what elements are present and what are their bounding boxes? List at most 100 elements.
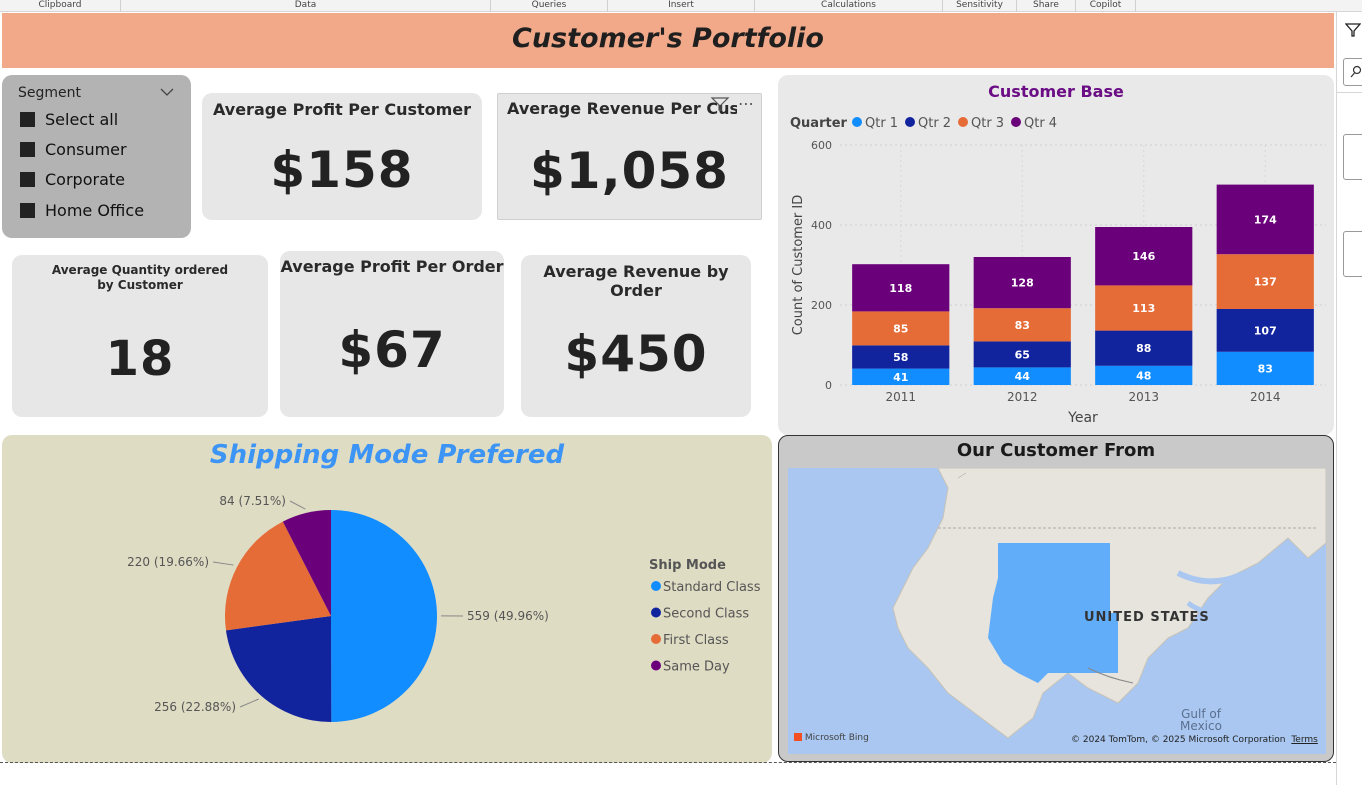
y-tick-label: 0 — [825, 379, 832, 392]
bing-logo: Microsoft Bing — [794, 733, 869, 743]
page-boundary — [0, 762, 1336, 763]
pie-slice — [331, 510, 438, 722]
ribbon-group-queries[interactable]: Queries — [491, 0, 608, 12]
slicer-item-home-office[interactable]: Home Office — [20, 201, 144, 221]
data-label: 146 — [1132, 250, 1155, 263]
shipping-pie-chart: 559 (49.96%) 256 (22.88%) 220 (19.66%) 84 (… — [127, 494, 761, 722]
kpi-title: Average Profit Per Customer — [212, 100, 472, 119]
data-label: 128 — [1011, 277, 1034, 290]
y-axis-title: Count of Customer ID — [791, 195, 806, 336]
legend-title: Ship Mode — [649, 558, 726, 573]
map-canvas[interactable]: UNITED STATES Gulf of Mexico Microsoft B… — [788, 468, 1326, 754]
ribbon-group-copilot[interactable]: Copilot — [1076, 0, 1136, 12]
kpi-card-quantity-per-customer[interactable]: Average Quantity ordered by Customer 18 — [12, 255, 268, 417]
ribbon-bar: Clipboard Data Queries Insert Calculatio… — [0, 0, 1362, 12]
data-label: 83 — [1258, 362, 1273, 375]
data-label: 48 — [1136, 369, 1151, 382]
data-label: 85 — [893, 322, 908, 335]
legend-entry: Qtr 1 — [865, 116, 898, 131]
checkbox-icon[interactable] — [20, 112, 35, 127]
slicer-item-label: Select all — [45, 110, 119, 129]
kpi-value: $67 — [338, 321, 446, 379]
legend-entry: Qtr 4 — [1024, 116, 1057, 131]
slicer-item-label: Corporate — [45, 170, 125, 189]
checkbox-icon[interactable] — [20, 142, 35, 157]
data-label: 58 — [893, 351, 908, 364]
ribbon-group-calculations[interactable]: Calculations — [755, 0, 943, 12]
slicer-item-consumer[interactable]: Consumer — [20, 140, 127, 160]
ribbon-group-data[interactable]: Data — [121, 0, 491, 12]
legend-title: Quarter — [790, 116, 848, 131]
map-copyright: © 2024 TomTom, © 2025 Microsoft Corporat… — [1071, 735, 1318, 745]
data-label: 137 — [1254, 276, 1277, 289]
chart-title: Customer Base — [988, 82, 1124, 101]
report-title: Customer's Portfolio — [512, 23, 824, 54]
leader-line — [212, 561, 234, 566]
data-label: 84 (7.51%) — [219, 494, 286, 508]
data-label: 65 — [1015, 348, 1030, 361]
legend-marker — [958, 117, 968, 127]
copyright-text: © 2024 TomTom, © 2025 Microsoft Corporat… — [1071, 735, 1286, 745]
x-tick-label: 2011 — [885, 390, 916, 404]
legend-entry: Qtr 3 — [971, 116, 1004, 131]
terms-link[interactable]: Terms — [1291, 735, 1318, 745]
x-tick-label: 2013 — [1128, 390, 1159, 404]
data-label: 256 (22.88%) — [154, 700, 236, 714]
ribbon-group-share[interactable]: Share — [1017, 0, 1076, 12]
data-label: 88 — [1136, 342, 1151, 355]
ribbon-group-sensitivity[interactable]: Sensitivity — [943, 0, 1017, 12]
kpi-title: Average Quantity ordered by Customer — [51, 263, 229, 292]
customer-base-chart: Quarter Qtr 1 Qtr 2 Qtr 3 Qtr 4 0 200 400 600 41 5… — [790, 116, 1326, 426]
kpi-title: Average Profit Per Order — [280, 257, 504, 276]
filter-icon[interactable] — [1344, 22, 1362, 42]
y-tick-label: 400 — [811, 219, 832, 232]
data-label: 118 — [889, 282, 912, 295]
checkbox-icon[interactable] — [20, 203, 35, 218]
filter-well[interactable] — [1343, 231, 1362, 277]
search-input[interactable] — [1343, 58, 1362, 86]
slicer-header: Segment — [18, 85, 81, 101]
legend-marker — [651, 634, 661, 644]
search-icon — [1350, 65, 1362, 78]
slicer-item-label: Home Office — [45, 201, 145, 220]
map-country-label: UNITED STATES — [1084, 610, 1210, 625]
pane-divider — [1337, 92, 1362, 93]
data-label: 44 — [1015, 370, 1031, 383]
y-tick-label: 600 — [811, 139, 832, 152]
map-graphic — [788, 468, 1326, 754]
legend-entry: Second Class — [663, 607, 749, 622]
legend-marker — [651, 581, 661, 591]
kpi-title: Average Revenue by Order — [543, 262, 729, 300]
legend-entry: Qtr 2 — [918, 116, 951, 131]
chevron-down-icon[interactable] — [160, 86, 174, 100]
kpi-value: $158 — [270, 141, 414, 199]
data-label: 41 — [893, 371, 908, 384]
more-options-icon[interactable]: ⋯ — [738, 94, 754, 113]
legend-entry: Standard Class — [663, 580, 761, 595]
data-label: 113 — [1132, 302, 1155, 315]
ribbon-group-clipboard[interactable]: Clipboard — [0, 0, 121, 12]
data-label: 83 — [1015, 319, 1030, 332]
kpi-title: Average Revenue Per Cust — [507, 99, 737, 118]
ribbon-group-insert[interactable]: Insert — [608, 0, 755, 12]
filter-icon[interactable] — [710, 96, 730, 116]
filters-pane[interactable] — [1336, 12, 1362, 785]
leader-line — [239, 698, 260, 708]
filter-well[interactable] — [1343, 134, 1362, 180]
chart-title: Shipping Mode Prefered — [209, 440, 565, 470]
legend-marker — [651, 660, 661, 671]
checkbox-icon[interactable] — [20, 172, 35, 187]
slicer-item-label: Consumer — [45, 140, 127, 159]
x-tick-label: 2012 — [1007, 390, 1038, 404]
slicer-item-corporate[interactable]: Corporate — [20, 170, 125, 190]
legend-marker — [852, 117, 862, 127]
kpi-value: $1,058 — [530, 142, 729, 200]
kpi-value: $450 — [564, 325, 708, 383]
legend-marker — [1011, 117, 1021, 127]
data-label: 220 (19.66%) — [127, 555, 209, 569]
kpi-card-profit-per-order[interactable]: Average Profit Per Order $67 — [280, 251, 504, 417]
kpi-value: 18 — [105, 331, 175, 387]
kpi-card-profit-per-customer[interactable]: Average Profit Per Customer $158 — [202, 93, 482, 220]
slicer-item-select-all[interactable]: Select all — [20, 110, 118, 130]
kpi-card-revenue-by-order[interactable]: Average Revenue by Order $450 — [521, 255, 751, 417]
